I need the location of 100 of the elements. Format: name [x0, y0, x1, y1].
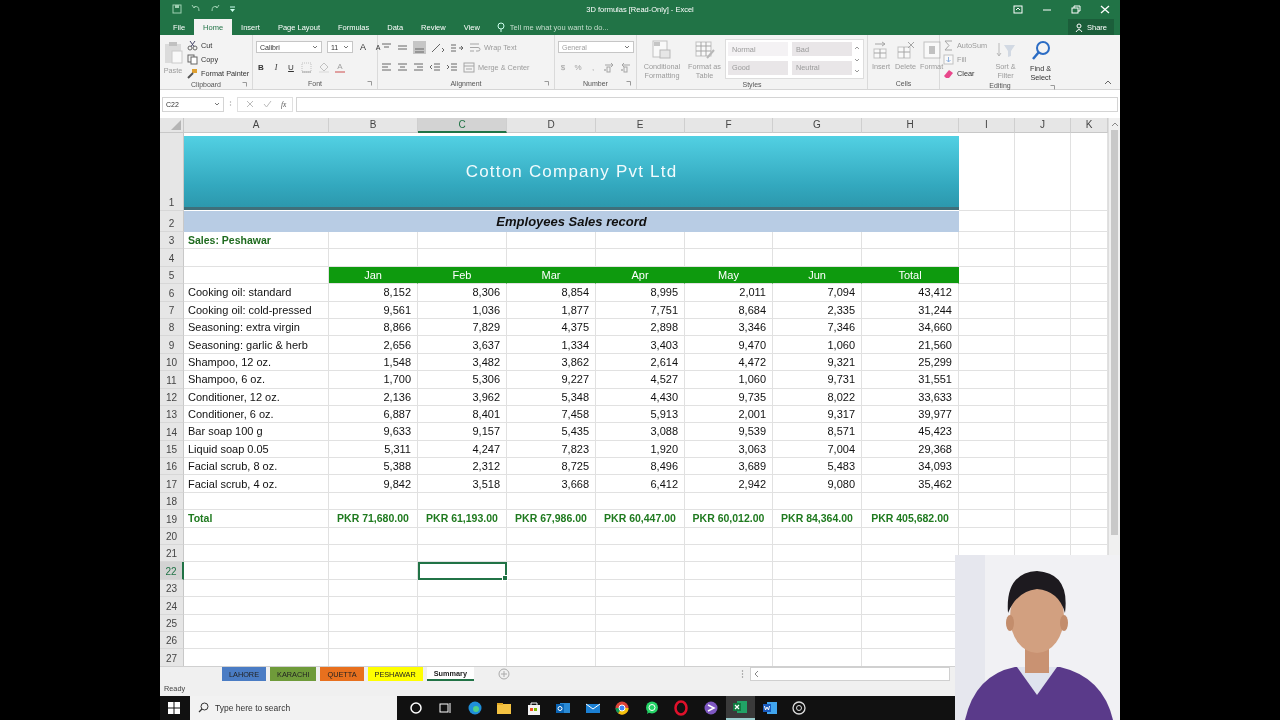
document-app-icon[interactable] — [761, 700, 778, 716]
spreadsheet-cell: 2,614 — [596, 353, 685, 372]
windows-start-icon[interactable] — [168, 702, 180, 714]
column-header[interactable]: I — [959, 118, 1015, 133]
decrease-indent-icon[interactable] — [429, 61, 441, 73]
spreadsheet-cell: 31,551 — [862, 371, 959, 389]
spreadsheet-cell: 3,962 — [418, 388, 507, 406]
row-header[interactable]: 19 — [160, 510, 184, 528]
chat-icon[interactable] — [643, 700, 660, 716]
italic-button[interactable]: I — [271, 62, 281, 72]
row-header[interactable]: 3 — [160, 232, 184, 250]
restore-icon[interactable] — [1071, 4, 1081, 14]
row-header[interactable]: 6 — [160, 284, 184, 302]
spreadsheet-cell: 8,571 — [773, 423, 862, 441]
empty-cell — [959, 284, 1015, 302]
row-header[interactable]: 21 — [160, 545, 184, 563]
row-header[interactable]: 24 — [160, 597, 184, 615]
ribbon-display-icon[interactable] — [1013, 4, 1023, 14]
redo-icon[interactable] — [210, 4, 220, 14]
row-header[interactable]: 14 — [160, 423, 184, 441]
underline-button[interactable]: U — [286, 62, 296, 72]
column-header[interactable]: H — [862, 118, 959, 133]
orientation-icon[interactable] — [431, 41, 445, 53]
folder-icon[interactable] — [496, 700, 513, 716]
splitter-icon[interactable] — [741, 669, 744, 679]
column-header[interactable]: A — [184, 118, 329, 133]
save-icon[interactable] — [172, 4, 182, 14]
grow-font-button[interactable]: A — [358, 42, 368, 52]
row-header[interactable]: 11 — [160, 371, 184, 389]
align-right-icon[interactable] — [413, 61, 424, 73]
row-header[interactable]: 9 — [160, 336, 184, 354]
row-header[interactable]: 4 — [160, 249, 184, 267]
formula-field[interactable] — [296, 96, 1118, 112]
title-banner: Cotton Company Pvt Ltd — [184, 136, 959, 210]
spreadsheet-cell: 3,482 — [418, 353, 507, 372]
bold-button[interactable]: B — [256, 62, 266, 72]
spreadsheet-cell: 1,334 — [507, 336, 596, 354]
undo-icon[interactable] — [191, 4, 201, 14]
spreadsheet-cell: 39,977 — [862, 405, 959, 424]
row-header[interactable]: 22 — [160, 562, 184, 580]
empty-cell — [959, 510, 1015, 528]
dialog-launcher-icon[interactable] — [367, 81, 372, 86]
horizontal-scrollbar[interactable] — [750, 667, 950, 681]
column-header[interactable]: E — [596, 118, 685, 133]
spreadsheet-cell: 4,527 — [596, 371, 685, 389]
dialog-launcher-icon[interactable] — [544, 81, 549, 86]
column-header[interactable]: D — [507, 118, 596, 133]
task-view-icon[interactable] — [437, 700, 454, 716]
select-all-icon[interactable] — [171, 120, 181, 130]
empty-cell — [1015, 284, 1071, 302]
row-header[interactable]: 1 — [160, 133, 184, 211]
column-header[interactable]: K — [1071, 118, 1108, 133]
column-header[interactable]: F — [685, 118, 773, 133]
column-header[interactable]: J — [1015, 118, 1071, 133]
row-header[interactable]: 17 — [160, 475, 184, 493]
empty-cell — [1015, 249, 1071, 267]
aperture-icon[interactable] — [791, 700, 808, 716]
cortana-icon[interactable] — [407, 700, 424, 716]
empty-cell — [1015, 301, 1071, 319]
align-left-icon[interactable] — [381, 61, 392, 73]
cancel-icon[interactable] — [246, 100, 254, 108]
mail-client-icon[interactable] — [555, 700, 572, 716]
close-icon[interactable] — [1100, 4, 1110, 14]
spreadsheet-cell: 8,866 — [329, 318, 418, 337]
splitter-icon — [229, 99, 232, 109]
add-sheet-icon[interactable] — [498, 668, 510, 680]
shopping-bag-icon[interactable] — [525, 700, 542, 716]
row-header[interactable]: 16 — [160, 458, 184, 476]
row-header[interactable]: 27 — [160, 649, 184, 666]
spreadsheet-cell: 9,470 — [685, 336, 773, 354]
dropdown-caret-icon — [624, 45, 630, 49]
spreadsheet-cell: Facial scrub, 8 oz. — [184, 458, 329, 476]
orb-icon[interactable] — [702, 700, 719, 716]
browser-icon[interactable] — [466, 700, 483, 716]
column-header[interactable]: C — [418, 118, 507, 133]
spreadsheet-app-icon[interactable] — [732, 699, 749, 715]
taskbar-search-field[interactable]: Type here to search — [190, 696, 397, 720]
spreadsheet-cell: 34,660 — [862, 318, 959, 337]
column-header[interactable]: G — [773, 118, 862, 133]
empty-cell — [959, 249, 1015, 267]
chrome-icon[interactable] — [614, 700, 631, 716]
spreadsheet-cell: 6,412 — [596, 475, 685, 493]
scroll-up-icon[interactable] — [1110, 121, 1119, 127]
dialog-launcher-icon[interactable] — [1050, 85, 1055, 90]
empty-cell — [1015, 336, 1071, 354]
column-header[interactable]: B — [329, 118, 418, 133]
customize-toolbar-icon[interactable] — [229, 5, 236, 13]
increase-indent-icon[interactable] — [446, 61, 458, 73]
row-header[interactable]: 2 — [160, 211, 184, 232]
text-direction-icon[interactable] — [450, 41, 464, 53]
ring-icon[interactable] — [673, 700, 690, 716]
align-center-icon[interactable] — [397, 61, 408, 73]
enter-icon[interactable] — [263, 100, 272, 108]
empty-cell — [1015, 440, 1071, 459]
align-bottom-icon[interactable] — [413, 40, 426, 54]
dialog-launcher-icon[interactable] — [242, 82, 247, 87]
scrollbar-thumb[interactable] — [1111, 130, 1118, 535]
collapse-ribbon-icon[interactable] — [1104, 80, 1112, 85]
dialog-launcher-icon[interactable] — [626, 81, 631, 86]
spreadsheet-cell: Facial scrub, 4 oz. — [184, 475, 329, 493]
